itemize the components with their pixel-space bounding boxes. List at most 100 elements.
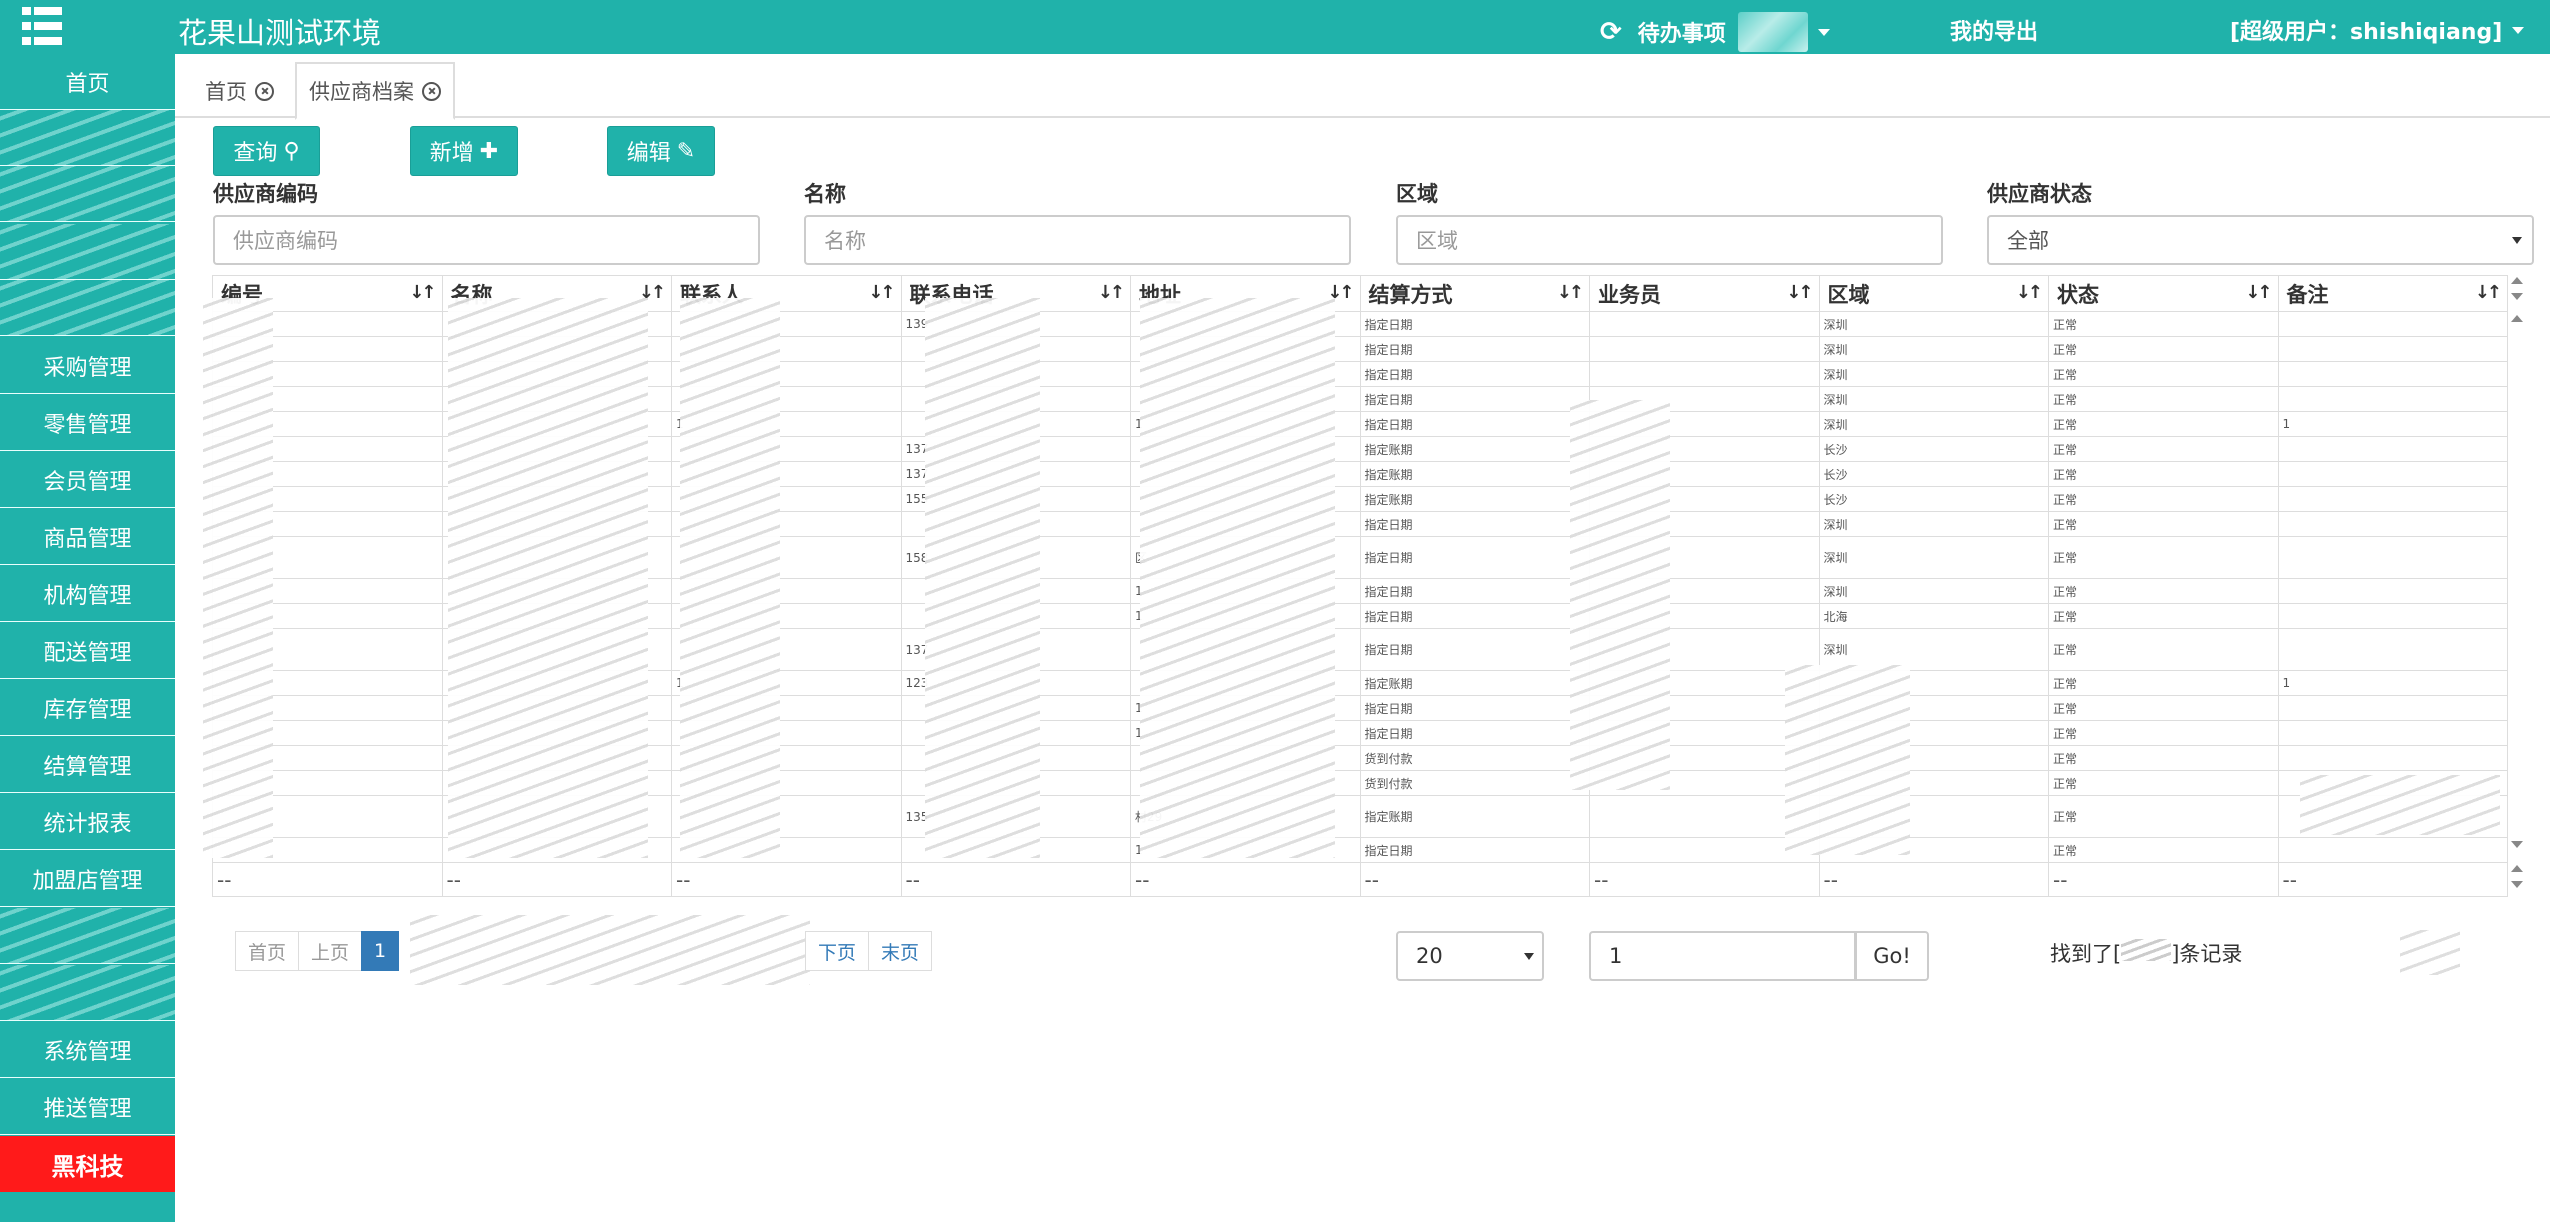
col-header[interactable]: 备注 ↓↑ (2277, 275, 2508, 312)
refresh-icon[interactable]: ⟳ (1600, 17, 1622, 47)
col-header[interactable]: 结算方式 ↓↑ (1359, 275, 1590, 312)
scroll-down-icon (2511, 841, 2523, 848)
sidebar-item-retail[interactable]: 零售管理 (0, 395, 175, 451)
table-cell: 深圳 (1818, 336, 2049, 362)
footer-cell: -- (2048, 862, 2279, 897)
table-cell: 指定日期 (1359, 311, 1590, 337)
table-scrollbar[interactable] (2508, 275, 2526, 897)
page-next[interactable]: 下页 (805, 931, 870, 971)
table-cell (2277, 745, 2508, 771)
page-current[interactable]: 1 (361, 931, 400, 971)
table-cell: 正常 (2048, 795, 2279, 838)
col-header[interactable]: 业务员 ↓↑ (1589, 275, 1820, 312)
region-input[interactable]: 区域 (1396, 215, 1943, 265)
plus-icon: ✚ (479, 138, 499, 164)
table-cell: 货到付款 (1359, 745, 1590, 771)
sidebar-item-push[interactable]: 推送管理 (0, 1079, 175, 1135)
sort-icon[interactable]: ↓↑ (1557, 282, 1584, 303)
page-prev[interactable]: 上页 (298, 931, 363, 971)
sort-icon[interactable]: ↓↑ (868, 282, 895, 303)
sidebar-item-system[interactable]: 系统管理 (0, 1022, 175, 1078)
sidebar-item-reports[interactable]: 统计报表 (0, 794, 175, 850)
table-cell: 正常 (2048, 436, 2279, 462)
page-first[interactable]: 首页 (235, 931, 300, 971)
name-input[interactable]: 名称 (804, 215, 1351, 265)
sort-icon[interactable]: ↓↑ (2245, 282, 2272, 303)
table-cell: 正常 (2048, 603, 2279, 629)
footer-cell: -- (2277, 862, 2508, 897)
page-size-value: 20 (1416, 944, 1443, 968)
table-cell (1589, 361, 1820, 387)
query-button[interactable]: 查询 ⚲ (213, 126, 320, 176)
status-select[interactable]: 全部 (1987, 215, 2534, 265)
redacted-addresses (1140, 298, 1335, 858)
sort-icon[interactable]: ↓↑ (2016, 282, 2043, 303)
sidebar-item-redacted[interactable] (0, 166, 175, 222)
my-export-link[interactable]: 我的导出 (1950, 14, 2038, 46)
menu-grid-icon[interactable] (22, 7, 62, 45)
sidebar-item-member[interactable]: 会员管理 (0, 452, 175, 508)
table-cell: 北海 (1818, 603, 2049, 629)
table-cell: 正常 (2048, 336, 2279, 362)
sidebar-item-blacktech[interactable]: 黑科技 (0, 1136, 175, 1192)
add-button[interactable]: 新增 ✚ (410, 126, 518, 176)
sidebar-item-inventory[interactable]: 库存管理 (0, 680, 175, 736)
sidebar-item-redacted[interactable] (0, 908, 175, 964)
user-menu[interactable]: [超级用户：shishiqiang] (2230, 14, 2525, 46)
tab-home[interactable]: 首页 x (193, 62, 286, 120)
add-button-label: 新增 (429, 141, 474, 166)
query-button-label: 查询 (233, 141, 278, 166)
sidebar-item-goods[interactable]: 商品管理 (0, 509, 175, 565)
sidebar-item-settlement[interactable]: 结算管理 (0, 737, 175, 793)
tab-supplier-archive[interactable]: 供应商档案 x (295, 62, 455, 120)
table-cell: 深圳 (1818, 386, 2049, 412)
table-cell: 指定日期 (1359, 837, 1590, 863)
chevron-down-icon (1524, 953, 1534, 960)
code-input[interactable]: 供应商编码 (213, 215, 760, 265)
table-cell: 1 (2277, 670, 2508, 696)
table-cell: 正常 (2048, 720, 2279, 746)
table-cell: 指定日期 (1359, 695, 1590, 721)
page-jump-input[interactable]: 1 (1589, 931, 1856, 981)
table-cell (2277, 536, 2508, 579)
sidebar-item-org[interactable]: 机构管理 (0, 566, 175, 622)
footer-cell: -- (1589, 862, 1820, 897)
sidebar-item-redacted[interactable] (0, 110, 175, 166)
pagination-tail: 下页 末页 (805, 931, 933, 971)
go-button[interactable]: Go! (1855, 931, 1929, 981)
edit-button[interactable]: 编辑 ✎ (607, 126, 715, 176)
page-last[interactable]: 末页 (868, 931, 933, 971)
redacted-count (2121, 939, 2172, 961)
scroll-up-icon (2511, 865, 2523, 872)
sidebar-item-purchase[interactable]: 采购管理 (0, 338, 175, 394)
footer-cell: -- (212, 862, 443, 897)
table-cell: 指定日期 (1359, 411, 1590, 437)
table-cell: 指定日期 (1359, 536, 1590, 579)
sort-icon[interactable]: ↓↑ (2475, 282, 2502, 303)
todo-menu[interactable]: ⟳ 待办事项 (1600, 12, 1830, 52)
sidebar-item-franchise[interactable]: 加盟店管理 (0, 851, 175, 907)
page-size-select[interactable]: 20 (1396, 931, 1544, 981)
sidebar-item-redacted[interactable] (0, 280, 175, 336)
close-circle-icon[interactable]: x (422, 81, 441, 101)
sidebar-item-delivery[interactable]: 配送管理 (0, 623, 175, 679)
scroll-up-icon (2511, 315, 2523, 322)
col-header[interactable]: 状态 ↓↑ (2048, 275, 2279, 312)
app-title: 花果山测试环境 (178, 16, 382, 50)
table-cell: 深圳 (1818, 311, 2049, 337)
sort-icon[interactable]: ↓↑ (1786, 282, 1813, 303)
chevron-down-icon (2512, 237, 2522, 244)
sort-icon[interactable]: ↓↑ (409, 282, 436, 303)
sidebar-item-home[interactable]: 首页 (0, 54, 175, 110)
table-cell: 指定账期 (1359, 461, 1590, 487)
table-cell (2277, 511, 2508, 537)
search-icon: ⚲ (283, 138, 300, 164)
redacted-names (448, 298, 648, 858)
sort-icon[interactable]: ↓↑ (1098, 282, 1125, 303)
redacted-note (2300, 775, 2500, 835)
close-circle-icon[interactable]: x (255, 81, 274, 101)
sidebar-item-redacted[interactable] (0, 965, 175, 1021)
sidebar-item-redacted[interactable] (0, 224, 175, 280)
table-cell (2277, 578, 2508, 604)
col-header[interactable]: 区域 ↓↑ (1818, 275, 2049, 312)
